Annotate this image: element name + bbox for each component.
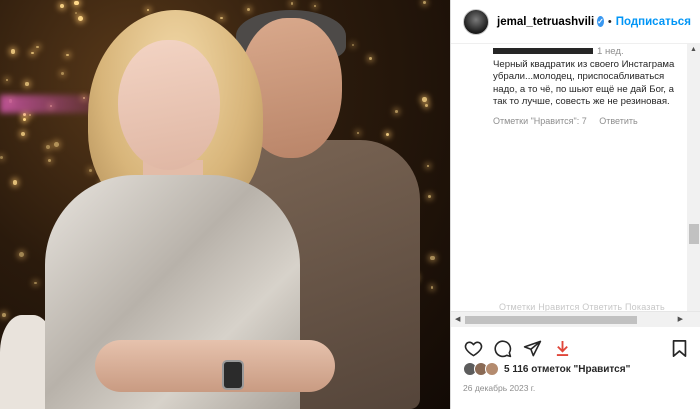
bokeh-light xyxy=(430,285,434,289)
comments-section: 1 нед. Черный квадратик из своего Инстаг… xyxy=(451,44,700,328)
bokeh-light xyxy=(75,11,78,15)
bokeh-light xyxy=(426,164,430,167)
bokeh-light xyxy=(357,131,360,135)
bokeh-light xyxy=(21,131,26,136)
bokeh-light xyxy=(313,4,316,8)
bookmark-icon[interactable] xyxy=(669,338,689,358)
bokeh-light xyxy=(386,132,390,136)
scroll-left-arrow-icon[interactable]: ◀ xyxy=(455,315,460,323)
comment-icon[interactable] xyxy=(492,338,512,358)
bokeh-light xyxy=(13,180,18,185)
bokeh-light xyxy=(31,51,34,54)
horizontal-scrollbar[interactable]: ◀ ▶ xyxy=(451,311,700,327)
bokeh-light xyxy=(25,82,29,86)
follow-button[interactable]: Подписаться xyxy=(616,16,691,28)
post-header: jemal_tetruashvili ✓ • Подписаться xyxy=(451,0,700,44)
bokeh-light xyxy=(45,145,51,150)
bokeh-light xyxy=(422,0,426,4)
bokeh-light xyxy=(5,78,9,81)
bokeh-light xyxy=(422,97,428,102)
bokeh-light xyxy=(19,251,25,257)
separator-dot: • xyxy=(607,15,612,28)
bokeh-light xyxy=(59,4,64,9)
scroll-up-arrow-icon[interactable]: ▲ xyxy=(690,46,697,53)
bokeh-light xyxy=(23,118,27,122)
comment-likes-count[interactable]: Отметки "Нравится": 7 xyxy=(493,116,587,126)
pink-neon-glow xyxy=(0,95,95,113)
liker-avatars xyxy=(463,362,499,376)
scroll-right-arrow-icon[interactable]: ▶ xyxy=(678,315,683,323)
post-side-panel: jemal_tetruashvili ✓ • Подписаться 1 нед… xyxy=(450,0,700,409)
comment-item: 1 нед. Черный квадратик из своего Инстаг… xyxy=(493,46,683,128)
hugging-arms xyxy=(95,340,335,392)
bokeh-light xyxy=(66,53,69,57)
bokeh-light xyxy=(1,313,6,317)
bokeh-light xyxy=(74,0,79,6)
post-actions xyxy=(451,336,700,362)
bokeh-light xyxy=(53,142,59,147)
bokeh-light xyxy=(10,49,15,54)
comment-time: 1 нед. xyxy=(597,46,624,57)
username-link[interactable]: jemal_tetruashvili xyxy=(497,16,594,28)
bokeh-light xyxy=(219,16,223,20)
bokeh-light xyxy=(427,194,431,198)
verified-badge-icon: ✓ xyxy=(597,16,604,27)
bokeh-light xyxy=(0,155,4,160)
vertical-scroll-thumb[interactable] xyxy=(689,224,699,244)
horizontal-scroll-thumb[interactable] xyxy=(465,316,637,324)
comment-text: Черный квадратик из своего Инстаграма уб… xyxy=(493,58,675,108)
bokeh-light xyxy=(78,16,84,21)
bokeh-light xyxy=(351,43,355,47)
bokeh-light xyxy=(425,103,429,108)
woman-face xyxy=(118,40,220,170)
share-icon[interactable] xyxy=(522,338,542,358)
avatar[interactable] xyxy=(463,8,489,35)
bokeh-light xyxy=(60,71,64,75)
comment-meta: Отметки "Нравится": 7 Ответить xyxy=(493,115,683,128)
post-photo xyxy=(0,0,450,409)
bokeh-light xyxy=(22,112,26,116)
reply-button[interactable]: Ответить xyxy=(599,116,637,126)
bokeh-light xyxy=(47,158,51,163)
bokeh-light xyxy=(246,7,250,11)
bokeh-light xyxy=(89,168,92,172)
bokeh-light xyxy=(291,2,294,5)
bokeh-light xyxy=(28,113,32,117)
wristwatch xyxy=(222,360,244,390)
heart-icon[interactable] xyxy=(463,338,483,358)
bokeh-light xyxy=(36,46,39,49)
bokeh-light xyxy=(395,110,399,113)
likes-summary[interactable]: 5 116 отметок "Нравится" xyxy=(463,362,630,376)
bokeh-light xyxy=(429,255,435,261)
comment-author-redacted[interactable] xyxy=(493,48,593,55)
post-date: 26 декабрь 2023 г. xyxy=(463,383,536,393)
bokeh-light xyxy=(34,281,37,285)
bokeh-light xyxy=(147,8,150,11)
liker-avatar xyxy=(485,362,499,376)
bokeh-light xyxy=(369,57,373,61)
download-icon[interactable] xyxy=(552,338,572,358)
likes-count[interactable]: 5 116 отметок "Нравится" xyxy=(504,364,630,375)
vertical-scrollbar[interactable]: ▲ ▼ xyxy=(687,44,700,326)
